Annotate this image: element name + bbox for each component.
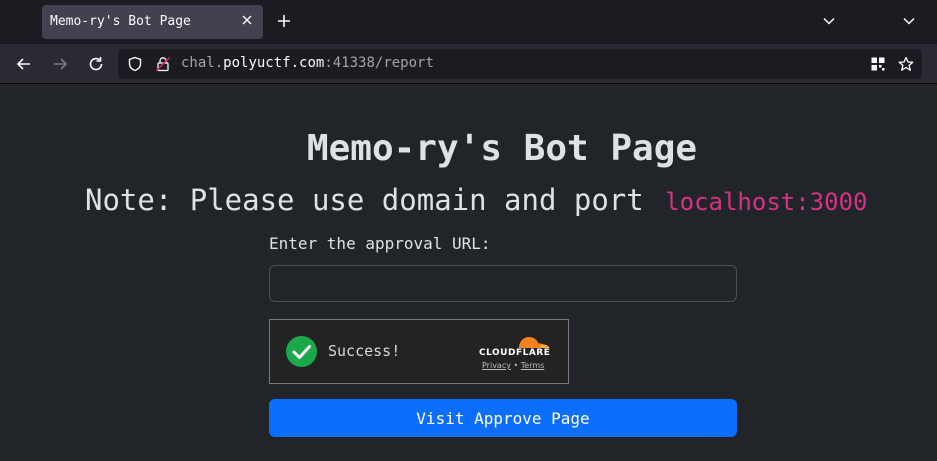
browser-tab-active[interactable]: Memo-ry's Bot Page [42,5,263,39]
page-title: Memo-ry's Bot Page [306,128,698,169]
forward-icon[interactable] [51,55,69,73]
note-text: Note: Please use domain and port [85,183,644,217]
tab-title: Memo-ry's Bot Page [50,14,191,29]
insecure-lock-icon[interactable] [155,56,171,72]
qr-code-icon[interactable] [870,56,886,72]
note: Note: Please use domain and port localho… [85,183,867,217]
close-tab-icon[interactable] [240,13,254,27]
url-path: :41338/report [324,55,434,71]
url-input-label: Enter the approval URL: [269,234,491,253]
success-check-icon [286,336,317,367]
url-prefix: chal. [181,55,224,71]
browser-tabbar: Memo-ry's Bot Page [0,0,937,44]
approval-url-input[interactable] [269,265,737,302]
bookmark-star-icon[interactable] [898,56,914,72]
address-bar[interactable]: chal.polyuctf.com:41338/report [118,49,922,79]
captcha-links: Privacy • Terms [482,361,544,370]
visit-approve-page-button[interactable]: Visit Approve Page [269,399,737,437]
browser-navbar: chal.polyuctf.com:41338/report [0,44,937,84]
cloudflare-turnstile[interactable]: Success! CLOUDFLARE Privacy • Terms [269,319,569,384]
cloudflare-logo-text: CLOUDFLARE [479,348,551,358]
note-code: localhost:3000 [665,188,868,216]
list-all-tabs-icon[interactable] [822,14,836,28]
captcha-status: Success! [328,342,401,360]
chevron-down-icon[interactable] [902,14,916,28]
link-separator: • [513,361,519,370]
reload-icon[interactable] [87,55,105,73]
new-tab-icon[interactable] [276,13,292,29]
url-host: polyuctf.com [223,55,325,71]
url-text[interactable]: chal.polyuctf.com:41338/report [181,55,434,71]
shield-icon[interactable] [127,56,143,72]
back-icon[interactable] [15,55,33,73]
privacy-link[interactable]: Privacy [482,361,511,370]
terms-link[interactable]: Terms [521,361,545,370]
